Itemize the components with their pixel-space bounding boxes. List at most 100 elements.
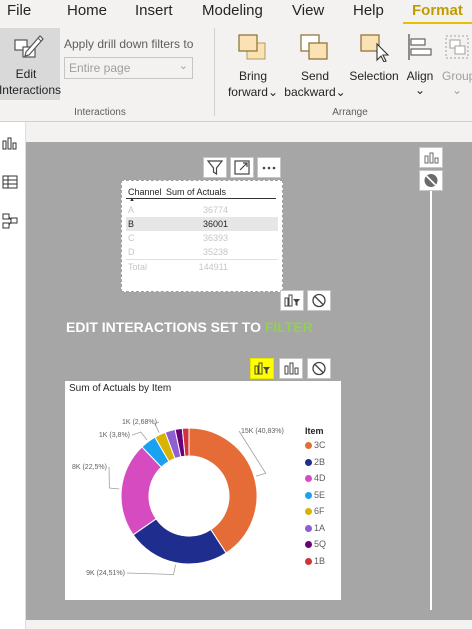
donut-chart-visual[interactable]: Sum of Actuals by Item 15K (40,83%) 9K (2…: [65, 381, 341, 600]
menu-help[interactable]: Help: [353, 2, 384, 19]
table-row[interactable]: A 36774: [126, 203, 278, 217]
column-header-sum-of-actuals[interactable]: Sum of Actuals: [166, 187, 226, 197]
highlight-chart-icon: [284, 362, 299, 375]
banner-highlight: FILTER: [264, 319, 313, 335]
data-view-icon[interactable]: [2, 174, 18, 190]
cell-value: 36774: [202, 205, 228, 215]
ribbon-divider: [214, 28, 215, 116]
chevron-down-icon: ⌄: [178, 60, 188, 72]
align-button[interactable]: Align ⌄: [402, 28, 438, 104]
group-icon: [445, 35, 469, 59]
table-row[interactable]: C 36393: [126, 231, 278, 245]
menu-file[interactable]: File: [7, 2, 31, 19]
model-view-icon[interactable]: [2, 213, 18, 229]
legend-item-5E[interactable]: 5E: [305, 490, 325, 500]
edit-interactions-banner: EDIT INTERACTIONS SET TO FILTER: [66, 319, 313, 335]
legend-item-1A[interactable]: 1A: [305, 523, 325, 533]
legend-marker: [305, 524, 312, 532]
menu-modeling[interactable]: Modeling: [202, 2, 263, 19]
legend-marker: [305, 475, 312, 482]
visual-focus-button[interactable]: [230, 157, 254, 178]
total-label: Total: [128, 262, 148, 272]
cell-value: 36001: [202, 219, 228, 229]
data-label-2B: 9K (24,51%): [86, 570, 125, 577]
legend-item-5Q[interactable]: 5Q: [305, 539, 326, 549]
legend-item-6F[interactable]: 6F: [305, 506, 325, 516]
selection-label: Selection: [349, 69, 399, 83]
none-icon: [312, 293, 326, 308]
legend-label: 5E: [314, 489, 326, 500]
view-rail: [0, 122, 26, 629]
data-label-5E: 1K (3,8%): [99, 432, 130, 439]
cell-channel: A: [128, 205, 135, 215]
legend-marker: [305, 491, 312, 499]
donut-slice-3C[interactable]: [188, 427, 258, 554]
menu-insert[interactable]: Insert: [135, 2, 173, 19]
selection-icon: [360, 34, 390, 62]
send-backward-button[interactable]: Send backward⌄: [284, 28, 346, 104]
cell-value: 36393: [202, 233, 228, 243]
arrange-group-label: Arrange: [332, 107, 368, 118]
drill-filter-dropdown[interactable]: Entire page ⌄: [64, 57, 193, 79]
align-icon: [408, 34, 432, 60]
table-filter-interaction-button[interactable]: [280, 290, 304, 311]
selection-button[interactable]: Selection: [346, 28, 402, 104]
legend-label: 2B: [314, 456, 326, 467]
powerbi-window: File Home Insert Modeling View Help Form…: [0, 0, 472, 629]
bring-forward-label-1: Bring: [238, 69, 267, 83]
visual-filter-button[interactable]: [203, 157, 227, 178]
none-icon: [312, 361, 326, 376]
none-icon: [424, 174, 438, 187]
drill-filter-value: Entire page: [69, 61, 131, 75]
column-header-channel[interactable]: Channel: [128, 187, 162, 197]
legend-item-3C[interactable]: 3C: [305, 440, 326, 450]
edit-label: Edit: [15, 67, 37, 81]
table-row[interactable]: D 35238: [126, 245, 278, 259]
table-total-row: Total 144911: [126, 259, 278, 273]
interactions-label: Interactions: [0, 83, 62, 97]
donut-none-interaction-button[interactable]: [307, 358, 331, 379]
cell-channel: C: [128, 233, 135, 243]
send-backward-icon: [300, 34, 328, 60]
chevron-down-icon: ⌄: [267, 85, 279, 99]
legend-item-2B[interactable]: 2B: [305, 457, 325, 467]
filter-chart-icon: [424, 152, 439, 164]
data-label-leader: [131, 431, 148, 441]
data-label-3C: 15K (40,83%): [241, 428, 284, 435]
visual-more-options-button[interactable]: [257, 157, 281, 178]
data-label-leader: [108, 466, 120, 490]
interactions-group-label: Interactions: [74, 107, 126, 118]
legend-marker: [305, 442, 312, 449]
group-button[interactable]: Group ⌄: [440, 28, 472, 104]
cell-channel: D: [128, 247, 135, 257]
donut-highlight-interaction-button[interactable]: [279, 358, 303, 379]
chevron-down-icon: ⌄: [451, 83, 463, 97]
donut-filter-interaction-button[interactable]: [250, 358, 274, 379]
filter-interaction-button[interactable]: [419, 147, 443, 168]
table-none-interaction-button[interactable]: [307, 290, 331, 311]
drill-filter-label: Apply drill down filters to: [64, 37, 194, 51]
report-view-icon[interactable]: [2, 135, 18, 151]
legend-marker: [305, 541, 312, 548]
legend-item-1B[interactable]: 1B: [305, 556, 325, 566]
cell-channel: B: [128, 219, 135, 229]
legend-marker: [305, 557, 312, 565]
table-visual[interactable]: Channel Sum of Actuals ▲ A 36774 B 36001…: [121, 180, 283, 292]
donut-chart: 15K (40,83%) 9K (24,51%) 8K (22,5%) 1K (3,8…: [72, 419, 284, 577]
menu-format[interactable]: Format: [412, 2, 463, 19]
legend-item-4D[interactable]: 4D: [305, 473, 326, 483]
send-backward-label-2: backward⌄: [284, 85, 346, 99]
bring-forward-label-2: forward⌄: [227, 85, 279, 99]
legend-title: Item: [305, 426, 324, 436]
chevron-down-icon: ⌄: [335, 85, 346, 99]
canvas-top-strip: [26, 122, 472, 142]
edit-interactions-button[interactable]: Edit Interactions: [0, 28, 62, 100]
chevron-down-icon: ⌄: [414, 83, 426, 97]
bring-forward-button[interactable]: Bring forward⌄: [222, 28, 284, 104]
menu-view[interactable]: View: [292, 2, 324, 19]
data-label-6F: 1K (2,68%): [122, 419, 157, 426]
legend-label: 6F: [314, 506, 325, 516]
table-row-selected[interactable]: B 36001: [126, 217, 278, 231]
menu-home[interactable]: Home: [67, 2, 107, 19]
none-interaction-button[interactable]: [419, 170, 443, 191]
